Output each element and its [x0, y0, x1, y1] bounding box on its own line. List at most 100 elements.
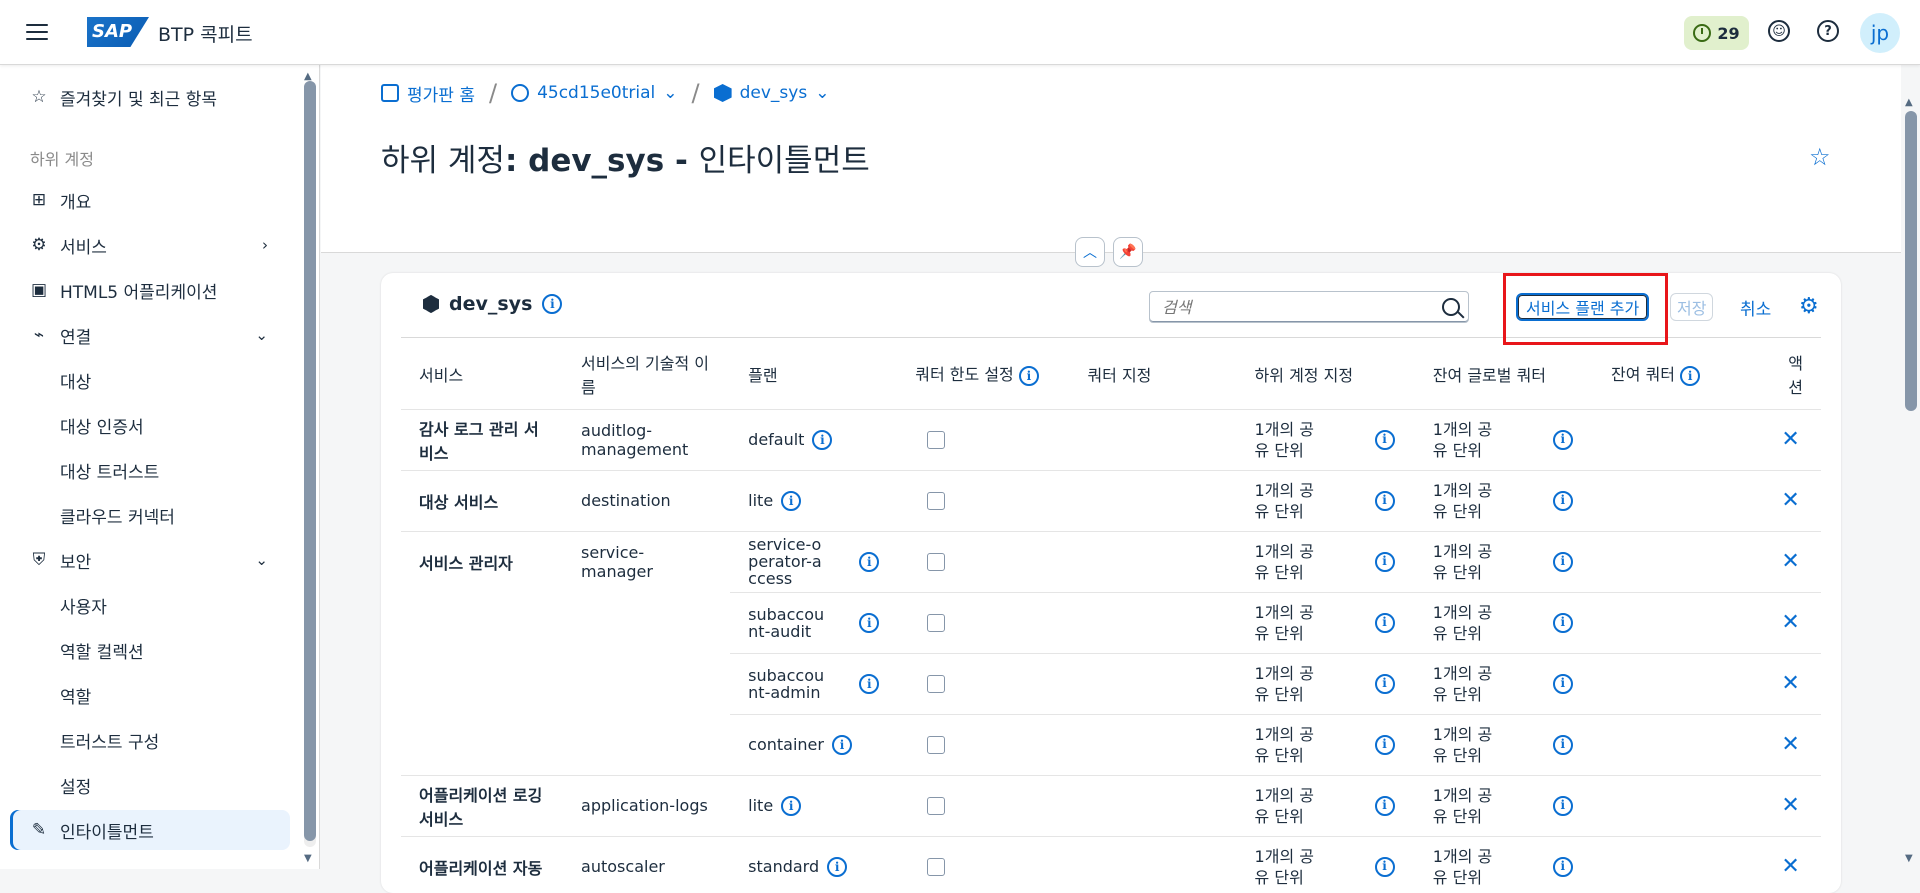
sidebar-item-settings[interactable]: 설정	[10, 765, 290, 805]
info-icon[interactable]: i	[1552, 429, 1573, 450]
info-icon[interactable]: i	[859, 551, 880, 572]
info-icon[interactable]: i	[1680, 366, 1701, 387]
remove-icon[interactable]: ✕	[1778, 854, 1803, 879]
sidebar-item-destination-certificates[interactable]: 대상 인증서	[10, 405, 290, 445]
quota-limit-checkbox[interactable]	[927, 796, 946, 815]
sidebar-item-overview[interactable]: ⊞ 개요	[10, 180, 290, 220]
quota-limit-checkbox[interactable]	[927, 430, 946, 449]
quota-limit-checkbox[interactable]	[927, 613, 946, 632]
info-icon[interactable]: i	[1374, 490, 1395, 511]
sidebar-item-services[interactable]: ⚙ 서비스 ›	[10, 225, 290, 265]
info-icon[interactable]: i	[859, 612, 880, 633]
remove-icon[interactable]: ✕	[1778, 488, 1803, 513]
info-icon[interactable]: i	[1374, 856, 1395, 877]
quota-text: 1개의 공유 단위	[1432, 541, 1493, 582]
info-icon[interactable]: i	[1374, 734, 1395, 755]
remaining-quota-cell	[1593, 409, 1761, 471]
technical-name	[563, 592, 730, 653]
star-icon: ☆	[31, 87, 47, 107]
sidebar-item-favorites[interactable]: ☆ 즐겨찾기 및 최근 항목	[10, 77, 290, 117]
remove-icon[interactable]: ✕	[1778, 793, 1803, 818]
info-icon[interactable]: i	[1552, 856, 1573, 877]
info-icon[interactable]: i	[812, 429, 833, 450]
info-icon[interactable]: i	[1552, 734, 1573, 755]
quota-limit-checkbox[interactable]	[927, 735, 946, 754]
quota-text: 1개의 공유 단위	[1432, 724, 1493, 765]
info-icon[interactable]: i	[542, 294, 563, 314]
info-icon[interactable]: i	[1374, 429, 1395, 450]
info-icon[interactable]: i	[1552, 490, 1573, 511]
sidebar-item-roles[interactable]: 역할	[10, 675, 290, 715]
info-icon[interactable]: i	[1552, 551, 1573, 572]
info-icon[interactable]: i	[1374, 673, 1395, 694]
breadcrumb-home[interactable]: 평가판 홈	[381, 81, 475, 106]
trial-days-badge[interactable]: 29	[1684, 16, 1749, 50]
info-icon[interactable]: i	[1552, 673, 1573, 694]
action-cell: ✕	[1760, 592, 1821, 654]
info-icon[interactable]: i	[1552, 795, 1573, 816]
add-service-plan-button[interactable]: 서비스 플랜 추가	[1516, 293, 1650, 321]
info-icon[interactable]: i	[781, 795, 802, 816]
quota-limit-checkbox[interactable]	[927, 491, 946, 510]
sidebar-item-cloud-connectors[interactable]: 클라우드 커넥터	[10, 495, 290, 535]
sidebar-item-destination-trust[interactable]: 대상 트러스트	[10, 450, 290, 490]
product-title[interactable]: BTP 콕피트	[158, 20, 253, 47]
sidebar-item-security[interactable]: ⛨ 보안 ⌄	[10, 540, 290, 580]
remove-icon[interactable]: ✕	[1778, 610, 1803, 635]
cancel-button[interactable]: 취소	[1734, 293, 1777, 321]
remove-icon[interactable]: ✕	[1778, 549, 1803, 574]
column-header[interactable]: 쿼터 한도 설정 i	[897, 339, 1070, 410]
remove-icon[interactable]: ✕	[1778, 427, 1803, 452]
scroll-down-icon[interactable]: ▼	[304, 853, 312, 864]
quota-limit-checkbox[interactable]	[927, 857, 946, 876]
avatar[interactable]: jp	[1860, 13, 1900, 53]
help-icon[interactable]: ?	[1817, 20, 1843, 46]
info-icon[interactable]: i	[827, 856, 848, 877]
main-scrollbar[interactable]	[1905, 101, 1917, 869]
column-header[interactable]: 서비스의 기술적 이름	[563, 339, 731, 410]
menu-icon[interactable]	[26, 24, 48, 42]
save-button[interactable]: 저장	[1670, 293, 1714, 321]
info-icon[interactable]: i	[781, 490, 802, 511]
scroll-down-icon[interactable]: ▼	[1905, 853, 1913, 864]
quota-limit-checkbox[interactable]	[927, 552, 946, 571]
column-header[interactable]: 서비스	[401, 339, 564, 410]
info-icon[interactable]: i	[831, 734, 852, 755]
sidebar-item-trust-configuration[interactable]: 트러스트 구성	[10, 720, 290, 760]
sidebar-item-html5[interactable]: ▣ HTML5 어플리케이션	[10, 270, 290, 310]
info-icon[interactable]: i	[859, 673, 880, 694]
column-header[interactable]: 잔여 쿼터 i	[1593, 339, 1761, 410]
plan-name: lite	[748, 796, 774, 815]
search-icon[interactable]	[1442, 298, 1460, 316]
search-field[interactable]	[1149, 291, 1469, 323]
breadcrumb-subaccount[interactable]: dev_sys ⌄	[713, 83, 829, 103]
column-header[interactable]: 하위 계정 지정	[1236, 339, 1415, 410]
column-header[interactable]: 잔여 글로벌 쿼터	[1414, 339, 1594, 410]
sidebar-item-users[interactable]: 사용자	[10, 585, 290, 625]
quota-limit-cell	[897, 470, 1070, 532]
favorite-star-icon[interactable]: ☆	[1809, 143, 1833, 171]
info-icon[interactable]: i	[1552, 612, 1573, 633]
info-icon[interactable]: i	[1374, 795, 1395, 816]
collapse-header-button[interactable]: ︿	[1075, 237, 1105, 267]
quota-limit-checkbox[interactable]	[927, 674, 946, 693]
remove-icon[interactable]: ✕	[1778, 671, 1803, 696]
info-icon[interactable]: i	[1374, 612, 1395, 633]
breadcrumb-account[interactable]: 45cd15e0trial ⌄	[511, 83, 678, 103]
sidebar-item-destinations[interactable]: 대상	[10, 360, 290, 400]
info-icon[interactable]: i	[1018, 366, 1039, 387]
gear-icon[interactable]: ⚙	[1799, 295, 1823, 319]
column-header[interactable]: 액션	[1760, 339, 1821, 410]
column-header[interactable]: 플랜	[730, 339, 898, 410]
sidebar-item-role-collections[interactable]: 역할 컬렉션	[10, 630, 290, 670]
sap-logo[interactable]: SAP	[87, 17, 149, 47]
info-icon[interactable]: i	[1374, 551, 1395, 572]
column-header[interactable]: 쿼터 지정	[1069, 339, 1237, 410]
sidebar-item-entitlements[interactable]: ✎ 인타이틀먼트	[10, 810, 290, 850]
sidebar-scrollbar[interactable]	[304, 81, 316, 847]
feedback-icon[interactable]: ☺	[1768, 20, 1794, 46]
search-input[interactable]	[1150, 292, 1420, 322]
remove-icon[interactable]: ✕	[1778, 732, 1803, 757]
pin-header-button[interactable]: 📌	[1113, 237, 1143, 267]
sidebar-item-connectivity[interactable]: ⌁ 연결 ⌄	[10, 315, 290, 355]
